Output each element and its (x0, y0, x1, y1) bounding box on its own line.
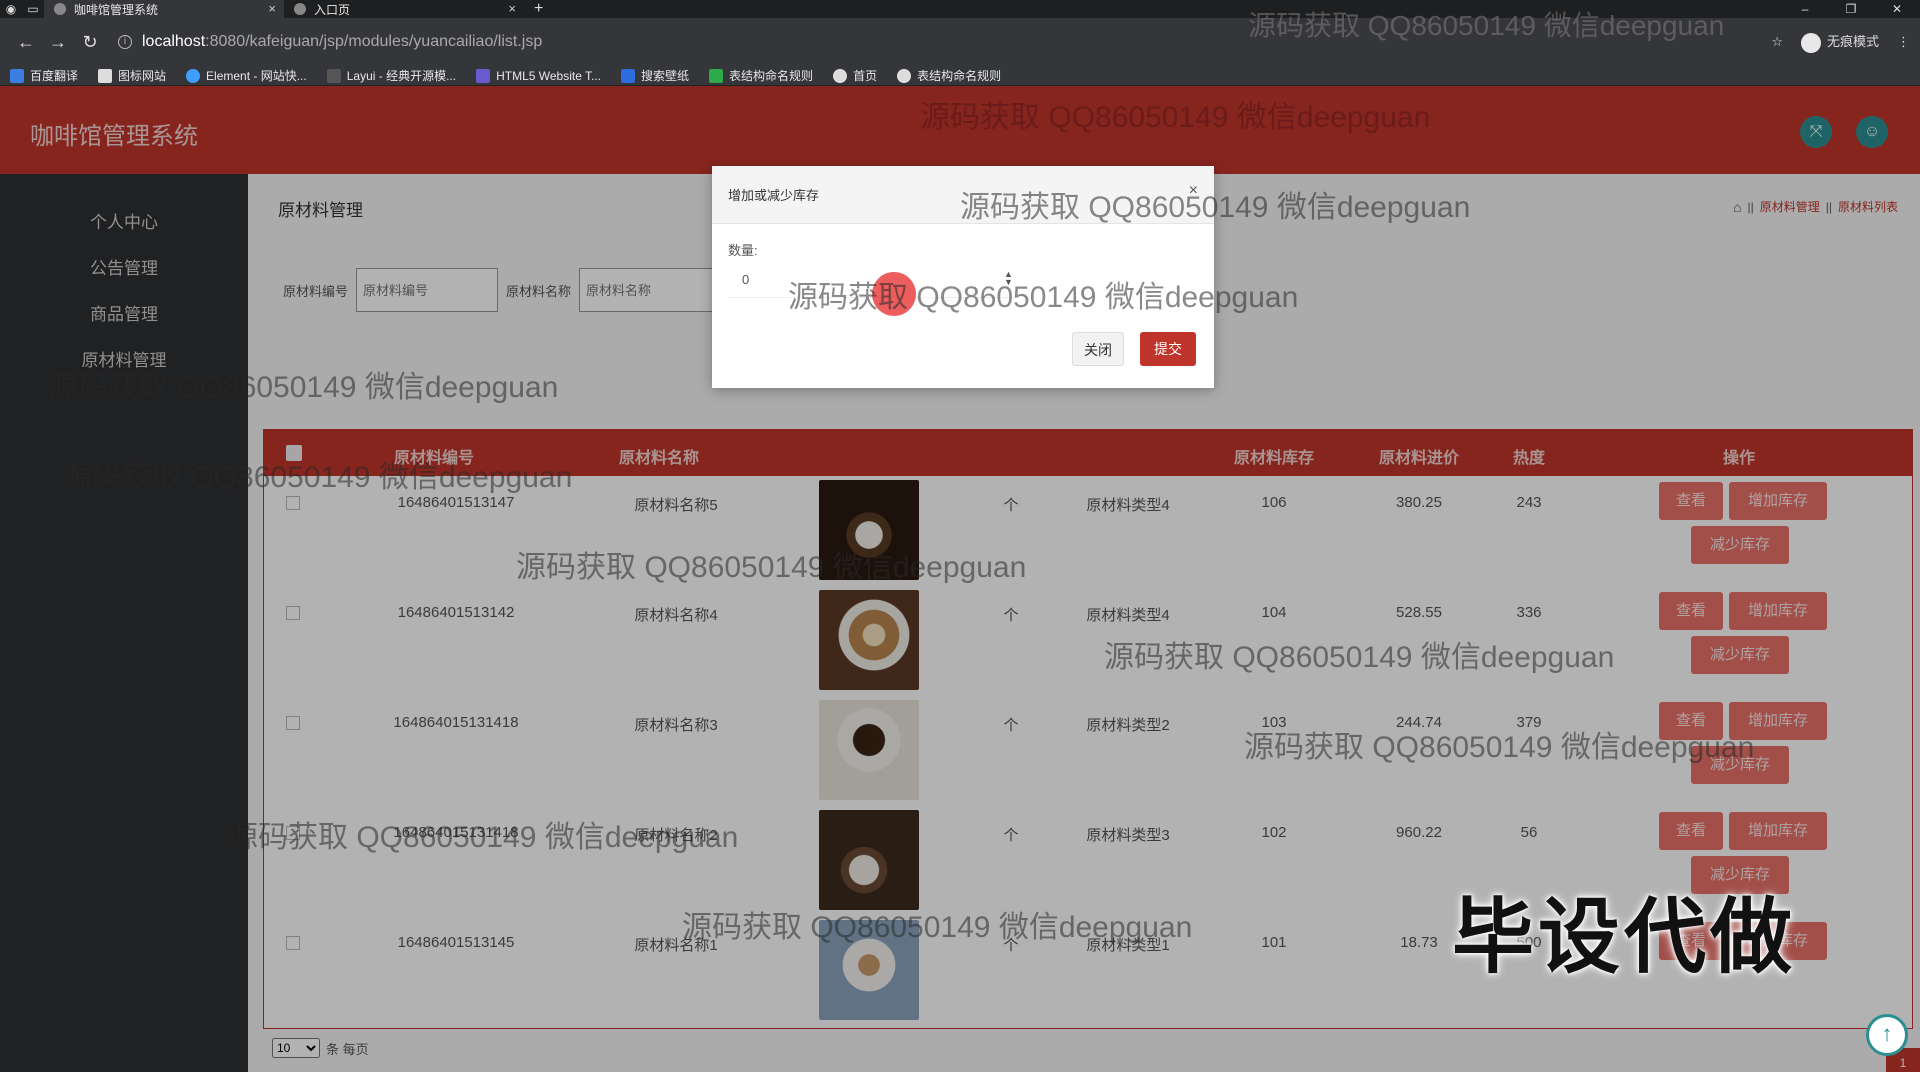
bookmarks-bar: 百度翻译 图标网站 Element - 网站快... Layui - 经典开源模… (0, 66, 1920, 86)
watermark: 源码获取 QQ86050149 微信deepguan (1244, 731, 1755, 764)
bookmark-item[interactable]: Layui - 经典开源模... (326, 67, 457, 84)
tab-close-icon[interactable]: × (508, 1, 516, 16)
watermark: 源码获取 QQ86050149 微信deepguan (48, 371, 559, 404)
watermark: 源码获取 QQ86050149 微信deepguan (1104, 641, 1615, 674)
tab-favicon-icon (294, 3, 306, 15)
tab-active[interactable]: 咖啡馆管理系统 × (44, 0, 284, 18)
translate-icon (10, 68, 24, 83)
bookmark-item[interactable]: 首页 (833, 67, 877, 84)
watermark: 源码获取 QQ86050149 微信deepguan (682, 911, 1193, 944)
profile-button[interactable]: 无痕模式 (1800, 31, 1879, 53)
scroll-to-top-icon[interactable]: ↑ (1866, 1014, 1908, 1056)
tab-title: 咖啡馆管理系统 (74, 2, 159, 17)
back-icon[interactable]: ← (10, 32, 42, 53)
watermark: 源码获取 QQ86050149 微信deepguan (228, 821, 739, 854)
table-icon (709, 68, 724, 83)
reload-icon[interactable]: ↻ (74, 32, 106, 53)
bookmark-label: 百度翻译 (30, 69, 79, 83)
address-bar-right: ☆ 无痕模式 ⋮ (1771, 31, 1910, 53)
bookmark-item[interactable]: 图标网站 (98, 67, 166, 84)
bookmark-item[interactable]: HTML5 Website T... (476, 68, 602, 83)
bookmark-label: 首页 (853, 69, 878, 83)
bookmark-label: HTML5 Website T... (496, 68, 602, 83)
tab-title: 入口页 (314, 2, 351, 17)
restore-icon[interactable]: ❐ (1828, 2, 1874, 16)
profile-label: 无痕模式 (1826, 34, 1879, 50)
window-controls: – ❐ ✕ (1782, 2, 1920, 16)
watermark: 源码获取 QQ86050149 微信deepguan (788, 281, 1299, 314)
close-button[interactable]: 关闭 (1072, 332, 1124, 366)
tab-close-icon[interactable]: × (268, 1, 276, 16)
new-tab-icon[interactable]: + (524, 0, 553, 18)
bookmark-label: 表结构命名规则 (917, 69, 1002, 83)
bookmark-label: 搜索壁纸 (641, 69, 690, 83)
dialog-title: 增加或减少库存 (728, 188, 820, 203)
browser-logo-icon[interactable]: ◉ (0, 0, 22, 18)
bookmark-item[interactable]: 表结构命名规则 (709, 67, 813, 84)
bookmark-label: 表结构命名规则 (729, 69, 814, 83)
watermark: 源码获取 QQ86050149 微信deepguan (62, 461, 573, 494)
globe-icon (833, 68, 848, 83)
watermark: 源码获取 QQ86050149 微信deepguan (960, 191, 1471, 224)
minimize-icon[interactable]: – (1782, 2, 1828, 16)
wallpaper-icon (621, 68, 636, 83)
incognito-icon (1800, 32, 1821, 53)
url-host: localhost (142, 33, 206, 50)
watermark: 源码获取 QQ86050149 微信deepguan (920, 101, 1431, 134)
submit-button[interactable]: 提交 (1140, 332, 1196, 366)
bookmark-item[interactable]: Element - 网站快... (186, 67, 307, 84)
watermark: 源码获取 QQ86050149 微信deepguan (516, 551, 1027, 584)
tab-favicon-icon (54, 3, 66, 15)
menu-icon[interactable]: ⋮ (1897, 34, 1910, 50)
watermark: 源码获取 QQ86050149 微信deepguan (1248, 10, 1725, 41)
bookmark-label: Element - 网站快... (206, 69, 307, 83)
bookmark-star-icon[interactable]: ☆ (1771, 34, 1783, 50)
url-path: :8080/kafeiguan/jsp/modules/yuancailiao/… (205, 33, 543, 50)
window-icon[interactable]: ▭ (22, 0, 44, 18)
bookmark-label: 图标网站 (118, 69, 167, 83)
globe-icon (897, 68, 912, 83)
element-icon (186, 68, 201, 83)
bookmark-item[interactable]: 搜索壁纸 (621, 67, 689, 84)
bookmark-item[interactable]: 表结构命名规则 (897, 67, 1001, 84)
corner-watermark: 毕设代做 (1452, 892, 1797, 983)
close-window-icon[interactable]: ✕ (1874, 2, 1920, 16)
forward-icon[interactable]: → (42, 32, 74, 53)
quantity-label: 数量: (728, 243, 758, 258)
site-info-icon[interactable]: i (118, 35, 132, 49)
flag-icon (98, 68, 113, 83)
html5-icon (476, 68, 491, 83)
layui-icon (326, 68, 341, 83)
tab-inactive[interactable]: 入口页 × (284, 0, 524, 18)
bookmark-label: Layui - 经典开源模... (346, 69, 457, 83)
bookmark-item[interactable]: 百度翻译 (10, 67, 78, 84)
